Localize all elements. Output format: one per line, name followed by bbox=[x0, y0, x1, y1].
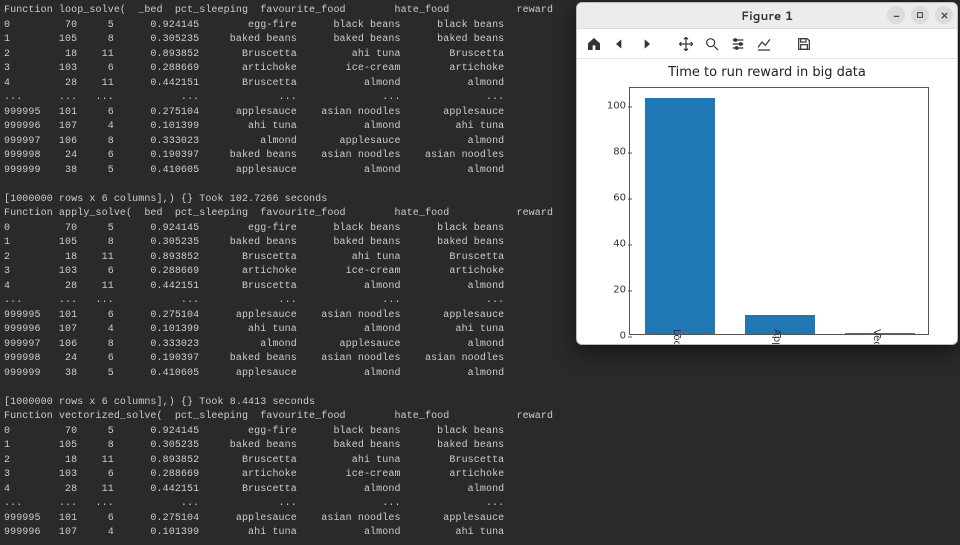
plot-area[interactable]: Time to run reward in big data 020406080… bbox=[577, 59, 957, 344]
minimize-button[interactable] bbox=[887, 6, 905, 24]
maximize-button[interactable] bbox=[911, 6, 929, 24]
home-icon[interactable] bbox=[585, 35, 603, 53]
y-tick: 40 bbox=[598, 239, 626, 250]
zoom-icon[interactable] bbox=[703, 35, 721, 53]
window-titlebar[interactable]: Figure 1 bbox=[577, 3, 957, 29]
x-tick: Loop bbox=[671, 329, 682, 345]
mpl-toolbar bbox=[577, 29, 957, 59]
configure-subplots-icon[interactable] bbox=[729, 35, 747, 53]
pan-icon[interactable] bbox=[677, 35, 695, 53]
chart-axes: 020406080100LoopApplyVectorized bbox=[629, 87, 929, 335]
x-tick: Vectorized bbox=[871, 329, 882, 345]
figure-window: Figure 1 Time to run reward in big data … bbox=[576, 2, 958, 345]
forward-icon[interactable] bbox=[637, 35, 655, 53]
close-button[interactable] bbox=[935, 6, 953, 24]
y-tick: 20 bbox=[598, 285, 626, 296]
y-tick: 0 bbox=[598, 331, 626, 342]
chart-title: Time to run reward in big data bbox=[577, 65, 957, 80]
edit-axis-icon[interactable] bbox=[755, 35, 773, 53]
back-icon[interactable] bbox=[611, 35, 629, 53]
x-tick: Apply bbox=[771, 329, 782, 345]
y-tick: 60 bbox=[598, 193, 626, 204]
y-tick: 80 bbox=[598, 147, 626, 158]
bar-loop bbox=[645, 98, 715, 334]
save-icon[interactable] bbox=[795, 35, 813, 53]
y-tick: 100 bbox=[598, 101, 626, 112]
window-title: Figure 1 bbox=[741, 7, 793, 24]
